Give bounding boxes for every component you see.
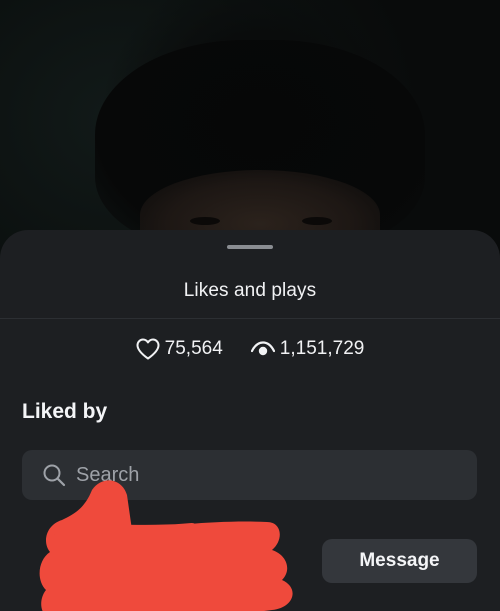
redacted-user-info	[39, 480, 293, 611]
message-button[interactable]: Message	[322, 539, 477, 583]
likes-bottom-sheet: Likes and plays 75,564 1,151,729 Liked b…	[0, 230, 500, 611]
heart-icon	[136, 338, 160, 360]
liked-by-heading: Liked by	[22, 400, 108, 423]
screen: Likes and plays 75,564 1,151,729 Liked b…	[0, 0, 500, 611]
eye-icon	[250, 340, 275, 358]
sheet-divider	[0, 318, 500, 319]
video-subject-eye-left	[190, 217, 220, 225]
likes-stat: 75,564	[136, 338, 223, 360]
sheet-title: Likes and plays	[183, 280, 317, 301]
liked-by-user-row[interactable]: Message	[22, 480, 477, 611]
likes-count: 75,564	[164, 338, 223, 359]
video-subject-eye-right	[302, 217, 332, 225]
stats-row: 75,564 1,151,729	[0, 338, 500, 360]
plays-stat: 1,151,729	[250, 338, 365, 360]
sheet-drag-handle[interactable]	[227, 245, 273, 249]
plays-count: 1,151,729	[279, 338, 365, 359]
